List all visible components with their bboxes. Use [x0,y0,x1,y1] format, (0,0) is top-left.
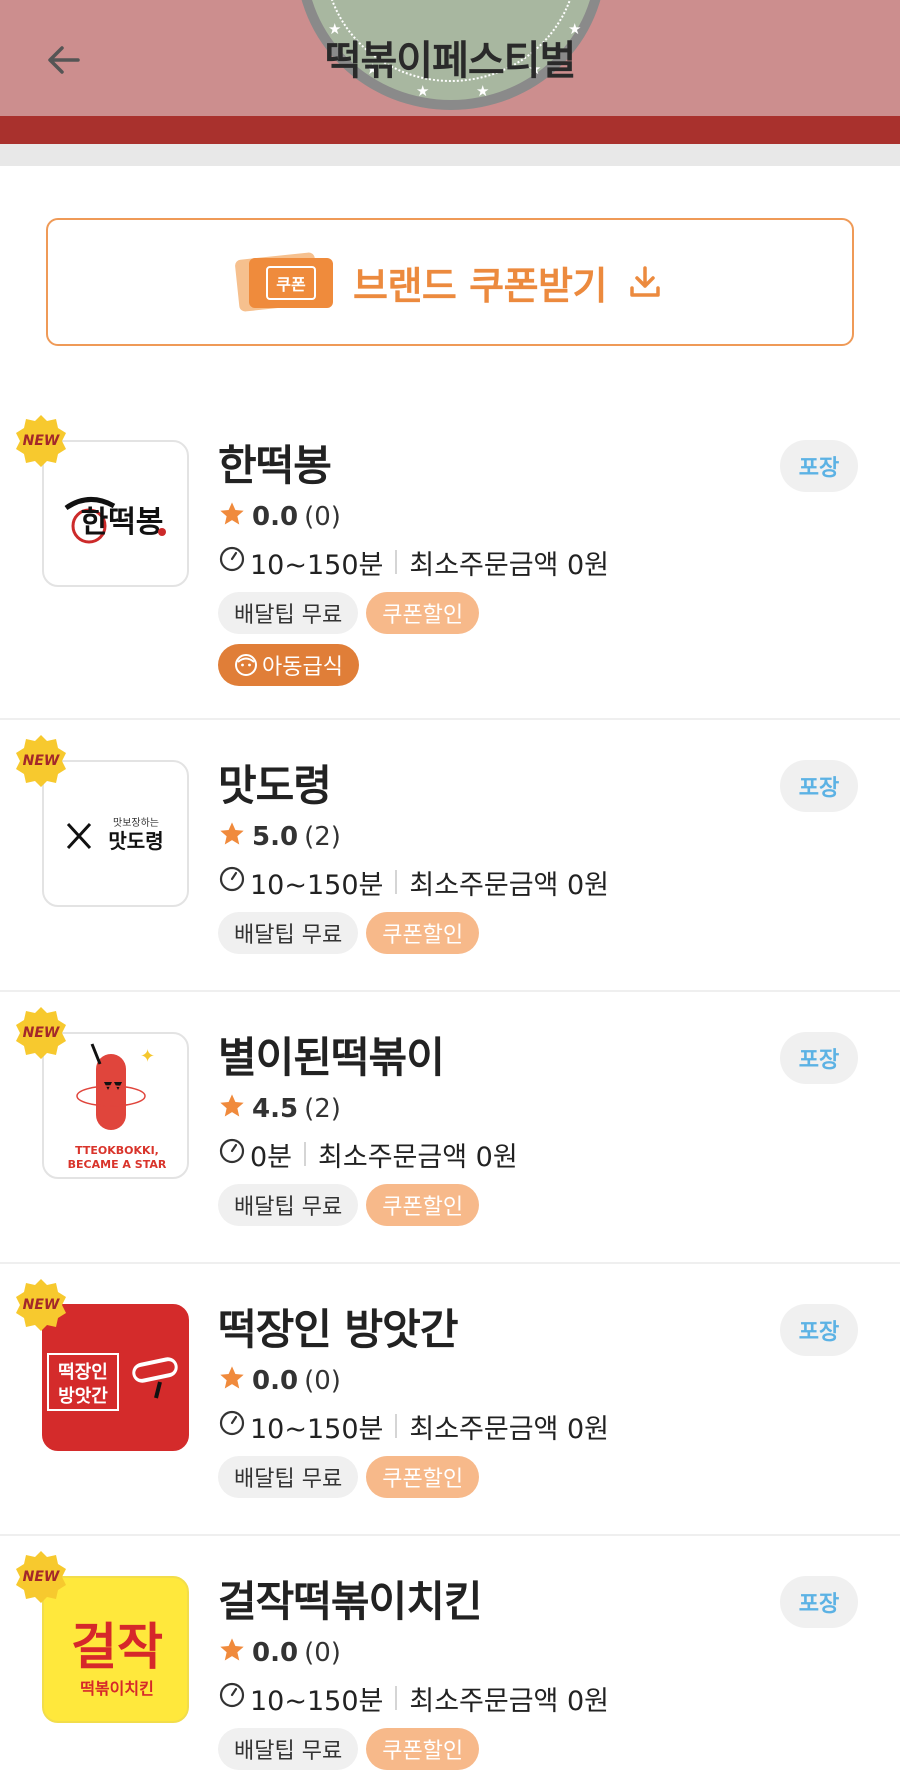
min-order: 최소주문금액 0원 [318,1141,518,1173]
svg-text:NEW: NEW [23,1025,60,1041]
svg-text:방앗간: 방앗간 [58,1386,108,1407]
store-name: 한떡봉 [218,441,332,490]
delivery-time: 10~150분 [250,549,384,581]
svg-text:맛도령: 맛도령 [108,829,163,853]
pickup-button[interactable]: 포장 [780,1032,858,1084]
min-order: 최소주문금액 0원 [409,1685,609,1717]
svg-text:NEW: NEW [23,1297,60,1313]
brand-coupon-button[interactable]: 쿠폰 브랜드 쿠폰받기 [46,218,854,346]
delivery-time: 10~150분 [250,1413,384,1445]
star-icon [218,1364,246,1399]
delivery-time: 10~150분 [250,1685,384,1717]
review-count: (2) [304,822,341,852]
review-count: (0) [304,1366,341,1396]
store-list: NEW 한떡봉 한떡봉 0.0 (0) 10~150분 최소주문금액 0원 배달… [0,400,900,1775]
svg-text:NEW: NEW [23,433,60,449]
rating-score: 0.0 [252,1638,299,1668]
clock-icon [218,1137,246,1172]
store-name: 걸작떡볶이치킨 [218,1577,482,1626]
store-card[interactable]: NEW ✦ TTEOKBOKKI, BECAME A STAR 별이된떡볶이 4… [0,992,900,1264]
svg-text:NEW: NEW [23,753,60,769]
coupon-discount-tag: 쿠폰할인 [366,592,480,634]
new-badge-icon: NEW [16,1007,66,1059]
review-count: (0) [304,1638,341,1668]
divider [395,550,398,574]
svg-text:BECAME A STAR: BECAME A STAR [68,1158,167,1171]
svg-text:NEW: NEW [23,1569,60,1585]
store-name: 별이된떡볶이 [218,1033,445,1082]
free-delivery-tag: 배달팁 무료 [218,1456,359,1498]
svg-text:걸작: 걸작 [71,1618,163,1676]
page-title: 떡볶이페스티벌 [324,38,577,84]
child-meal-tag: 아동급식 [218,644,359,686]
store-card[interactable]: NEW 걸작 떡볶이치킨 걸작떡볶이치킨 0.0 (0) 10~150분 최소주… [0,1536,900,1775]
store-name: 떡장인 방앗간 [218,1305,458,1354]
section-divider [0,144,900,166]
coupon-ticket-label: 쿠폰 [266,266,316,300]
new-badge-icon: NEW [16,415,66,467]
svg-text:TTEOKBOKKI,: TTEOKBOKKI, [75,1144,159,1157]
clock-icon [218,1409,246,1444]
download-icon [630,266,660,297]
review-count: (0) [304,502,341,532]
min-order: 최소주문금액 0원 [409,869,609,901]
coupon-discount-tag: 쿠폰할인 [366,1184,480,1226]
min-order: 최소주문금액 0원 [409,1413,609,1445]
star-icon [218,1636,246,1671]
pickup-button[interactable]: 포장 [780,1576,858,1628]
header: ★ ★ ★ ★ ★ ★ 떡볶이페스티벌 [0,0,900,116]
divider [395,1686,398,1710]
clock-icon [218,1681,246,1716]
svg-text:맛보장하는: 맛보장하는 [113,816,159,829]
free-delivery-tag: 배달팁 무료 [218,1728,359,1770]
clock-icon [218,545,246,580]
coupon-discount-tag: 쿠폰할인 [366,912,480,954]
divider [304,1142,307,1166]
coupon-discount-tag: 쿠폰할인 [366,1456,480,1498]
min-order: 최소주문금액 0원 [409,549,609,581]
brand-coupon-label: 브랜드 쿠폰받기 [353,263,607,308]
rating-score: 5.0 [252,822,299,852]
svg-text:떡장인: 떡장인 [58,1362,108,1383]
pickup-button[interactable]: 포장 [780,760,858,812]
star-icon [218,820,246,855]
free-delivery-tag: 배달팁 무료 [218,592,359,634]
free-delivery-tag: 배달팁 무료 [218,912,359,954]
pickup-button[interactable]: 포장 [780,1304,858,1356]
svg-text:✦: ✦ [140,1046,155,1067]
rating-score: 4.5 [252,1094,299,1124]
clock-icon [218,865,246,900]
store-card[interactable]: NEW 맛보장하는 맛도령 맛도령 5.0 (2) 10~150분 최소주문금액… [0,720,900,992]
store-card[interactable]: NEW 한떡봉 한떡봉 0.0 (0) 10~150분 최소주문금액 0원 배달… [0,400,900,720]
rating-score: 0.0 [252,1366,299,1396]
header-strip [0,116,900,144]
svg-text:떡볶이치킨: 떡볶이치킨 [80,1679,154,1698]
delivery-time: 10~150분 [250,869,384,901]
rating-score: 0.0 [252,502,299,532]
divider [395,870,398,894]
new-badge-icon: NEW [16,1279,66,1331]
pickup-button[interactable]: 포장 [780,440,858,492]
new-badge-icon: NEW [16,1551,66,1603]
star-icon [218,1092,246,1127]
new-badge-icon: NEW [16,735,66,787]
star-icon [218,500,246,535]
svg-text:한떡봉: 한떡봉 [81,505,164,540]
divider [395,1414,398,1438]
free-delivery-tag: 배달팁 무료 [218,1184,359,1226]
child-face-icon [235,654,257,676]
review-count: (2) [304,1094,341,1124]
store-card[interactable]: NEW 떡장인 방앗간 떡장인 방앗간 0.0 (0) 10~150분 최소주문… [0,1264,900,1536]
store-name: 맛도령 [218,761,332,810]
coupon-discount-tag: 쿠폰할인 [366,1728,480,1770]
coupon-ticket-icon: 쿠폰 [234,251,334,313]
child-meal-label: 아동급식 [262,655,343,680]
delivery-time: 0분 [250,1141,293,1173]
